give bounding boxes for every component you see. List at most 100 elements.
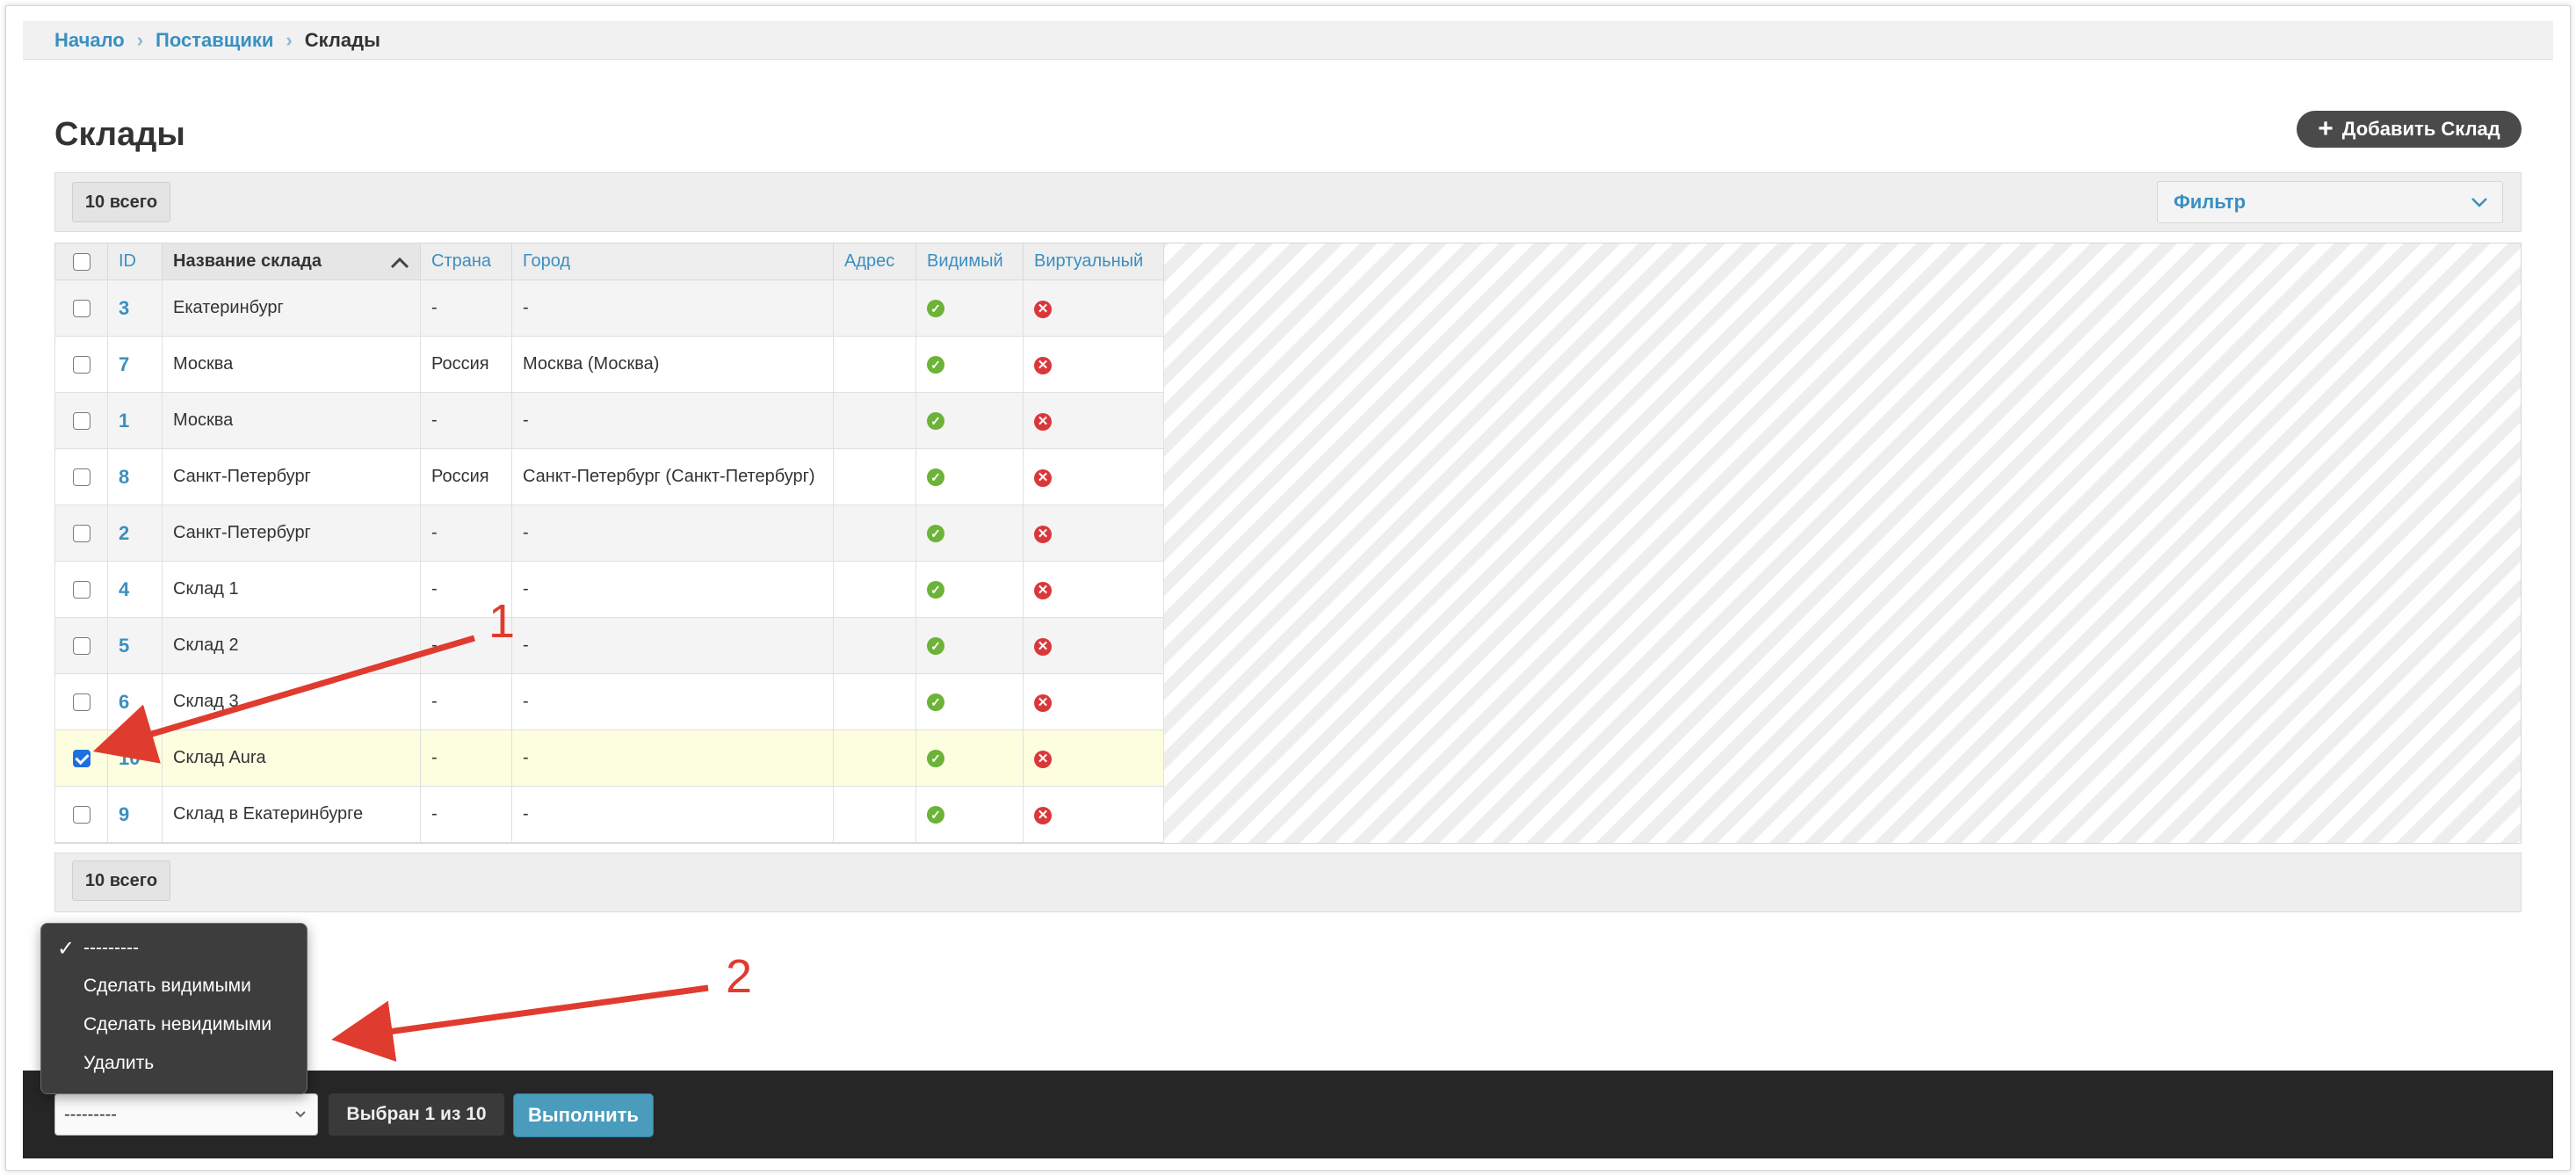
row-select-cell xyxy=(54,730,108,787)
row-city: - xyxy=(511,786,834,843)
row-id-link[interactable]: 4 xyxy=(107,561,163,618)
row-id-link[interactable]: 9 xyxy=(107,786,163,843)
row-select-checkbox[interactable] xyxy=(72,355,90,374)
add-warehouse-label: Добавить Склад xyxy=(2341,118,2500,140)
row-visible: ✓ xyxy=(915,505,1024,562)
row-city: - xyxy=(511,673,834,730)
plus-icon: + xyxy=(2318,114,2334,143)
row-id-link[interactable]: 6 xyxy=(107,673,163,730)
add-warehouse-button[interactable]: + Добавить Склад xyxy=(2297,111,2522,148)
row-visible: ✓ xyxy=(915,617,1024,674)
column-header-city[interactable]: Город xyxy=(511,243,834,280)
row-id-link[interactable]: 7 xyxy=(107,336,163,393)
column-header-name[interactable]: Название склада xyxy=(162,243,421,280)
x-circle-icon: ✕ xyxy=(1034,301,1052,318)
breadcrumb-home-link[interactable]: Начало xyxy=(54,29,125,52)
row-id-link[interactable]: 3 xyxy=(107,279,163,337)
row-country: - xyxy=(420,505,512,562)
row-id-link[interactable]: 5 xyxy=(107,617,163,674)
column-header-country[interactable]: Страна xyxy=(420,243,512,280)
filter-dropdown[interactable]: Фильтр xyxy=(2157,181,2503,223)
row-visible: ✓ xyxy=(915,786,1024,843)
checkmark-icon: ✓ xyxy=(57,937,76,961)
sort-ascending-icon[interactable] xyxy=(390,253,409,272)
row-id-link[interactable]: 8 xyxy=(107,448,163,505)
row-select-cell xyxy=(54,448,108,505)
row-country: - xyxy=(420,673,512,730)
row-city: Санкт-Петербург (Санкт-Петербург) xyxy=(511,448,834,505)
row-virtual: ✕ xyxy=(1023,448,1164,505)
check-circle-icon: ✓ xyxy=(927,356,944,374)
row-select-cell xyxy=(54,617,108,674)
run-action-button[interactable]: Выполнить xyxy=(513,1093,654,1137)
chevron-right-icon: › xyxy=(136,28,144,51)
bulk-action-select-value: --------- xyxy=(64,1104,117,1124)
footer-total-count-badge: 10 всего xyxy=(72,860,170,901)
row-country: Россия xyxy=(420,448,512,505)
row-select-checkbox[interactable] xyxy=(72,580,90,599)
menu-item-make-invisible[interactable]: Сделать невидимыми xyxy=(83,1007,271,1042)
menu-item-delete[interactable]: Удалить xyxy=(83,1046,154,1081)
row-select-checkbox[interactable] xyxy=(72,299,90,317)
row-select-cell xyxy=(54,505,108,562)
x-circle-icon: ✕ xyxy=(1034,357,1052,374)
filter-label: Фильтр xyxy=(2174,191,2247,213)
column-header-virtual[interactable]: Виртуальный xyxy=(1023,243,1164,280)
row-city: - xyxy=(511,279,834,337)
row-address xyxy=(833,505,916,562)
row-select-checkbox[interactable] xyxy=(72,693,90,711)
x-circle-icon: ✕ xyxy=(1034,807,1052,824)
row-virtual: ✕ xyxy=(1023,505,1164,562)
breadcrumb: Начало › Поставщики › Склады xyxy=(23,21,2553,60)
menu-item-make-visible[interactable]: Сделать видимыми xyxy=(83,969,251,1004)
selected-count-label: Выбран 1 из 10 xyxy=(329,1093,504,1136)
row-select-checkbox[interactable] xyxy=(72,805,90,824)
table-row: 5 Склад 2- - ✓ ✕ xyxy=(54,617,1164,674)
select-all-checkbox[interactable] xyxy=(72,252,90,271)
column-header-id[interactable]: ID xyxy=(107,243,163,280)
row-virtual: ✕ xyxy=(1023,392,1164,449)
row-id-link[interactable]: 10 xyxy=(107,730,163,787)
row-id-link[interactable]: 2 xyxy=(107,505,163,562)
table-row: 2 Санкт-Петербург - - ✓ ✕ xyxy=(54,505,1164,562)
row-virtual: ✕ xyxy=(1023,617,1164,674)
breadcrumb-suppliers-link[interactable]: Поставщики xyxy=(156,29,273,52)
table-row: 9 Склад в Екатеринбурге - - ✓ ✕ xyxy=(54,786,1164,843)
menu-item-none[interactable]: --------- xyxy=(83,931,139,966)
row-address xyxy=(833,730,916,787)
table-header-row: ID Название склада Страна Город Адрес Ви… xyxy=(54,243,1164,280)
row-select-checkbox[interactable] xyxy=(72,411,90,430)
row-country: - xyxy=(420,279,512,337)
chevron-down-icon xyxy=(2471,198,2487,207)
check-circle-icon: ✓ xyxy=(927,468,944,486)
x-circle-icon: ✕ xyxy=(1034,694,1052,712)
row-select-checkbox[interactable] xyxy=(72,524,90,542)
bulk-action-select[interactable]: --------- xyxy=(54,1093,318,1136)
column-header-visible[interactable]: Видимый xyxy=(915,243,1024,280)
row-name: Склад Aura xyxy=(162,730,421,787)
table-row: 4 Склад 1- - ✓ ✕ xyxy=(54,561,1164,618)
annotation-number-1: 1 xyxy=(488,595,516,648)
results-toolbar xyxy=(54,172,2522,232)
row-name: Екатеринбург xyxy=(162,279,421,337)
annotation-number-2: 2 xyxy=(726,950,753,1003)
row-select-checkbox[interactable] xyxy=(72,636,90,655)
row-address xyxy=(833,448,916,505)
row-name: Санкт-Петербург xyxy=(162,448,421,505)
table-row: 7 Москва Россия Москва (Москва) ✓ ✕ xyxy=(54,336,1164,393)
row-address xyxy=(833,392,916,449)
row-country: Россия xyxy=(420,336,512,393)
row-name: Склад 1 xyxy=(162,561,421,618)
caret-up-icon xyxy=(390,257,409,268)
row-select-cell xyxy=(54,392,108,449)
x-circle-icon: ✕ xyxy=(1034,413,1052,431)
select-all-cell xyxy=(54,243,108,280)
row-city: - xyxy=(511,617,834,674)
row-id-link[interactable]: 1 xyxy=(107,392,163,449)
row-select-checkbox[interactable] xyxy=(72,749,90,767)
column-header-address[interactable]: Адрес xyxy=(833,243,916,280)
row-select-checkbox[interactable] xyxy=(72,468,90,486)
check-circle-icon: ✓ xyxy=(927,581,944,599)
table-row: 6 Склад 3- - ✓ ✕ xyxy=(54,673,1164,730)
row-name: Склад в Екатеринбурге xyxy=(162,786,421,843)
